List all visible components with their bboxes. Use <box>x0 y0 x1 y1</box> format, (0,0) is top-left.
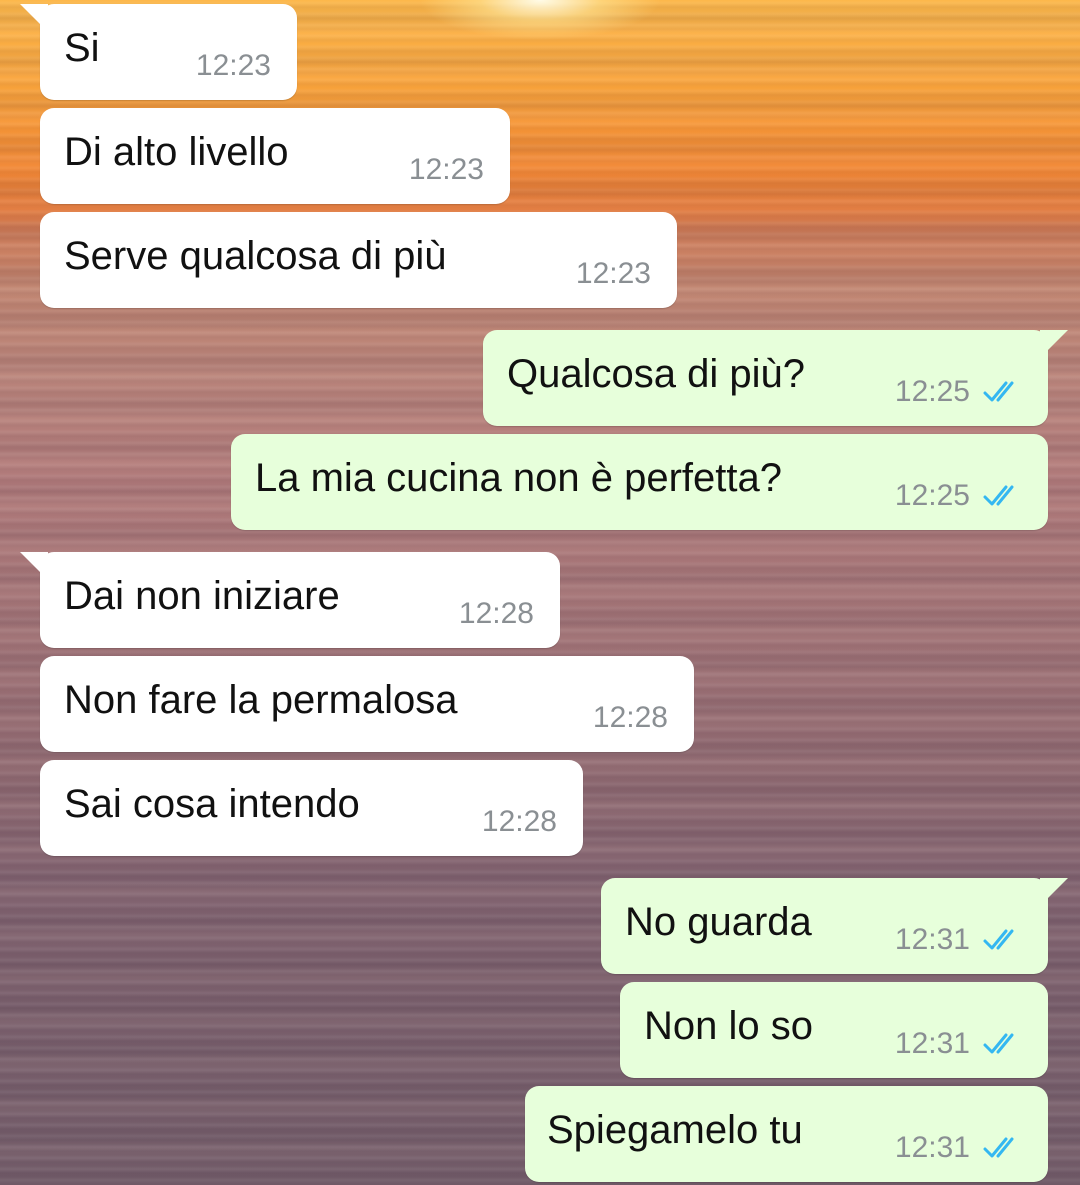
bubble-tail-icon <box>20 4 48 32</box>
message-meta: 12:23 <box>409 150 484 190</box>
message-text: Serve qualcosa di più <box>64 234 447 278</box>
message-time: 12:23 <box>575 257 651 290</box>
message-time: 12:28 <box>458 597 534 630</box>
message-text: Dai non iniziare <box>64 574 340 618</box>
bubble-tail-icon <box>1040 330 1068 358</box>
incoming-message[interactable]: Dai non iniziare 12:28 <box>20 552 560 648</box>
double-check-read-icon <box>983 485 1014 506</box>
bubble-tail-icon <box>1040 878 1068 906</box>
message-time: 12:28 <box>481 805 557 838</box>
outgoing-message[interactable]: La mia cucina non è perfetta? 12:25 <box>231 434 1048 530</box>
message-time: 12:31 <box>894 923 970 956</box>
outgoing-message[interactable]: Spiegamelo tu 12:31 <box>525 1086 1048 1182</box>
message-meta: 12:31 <box>895 1024 1022 1064</box>
message-list[interactable]: Si 12:23 Di alto livello 12:23 Serve qua… <box>0 0 1080 1185</box>
message-meta: 12:25 <box>895 372 1022 412</box>
message-text: No guarda <box>625 900 812 944</box>
message-time: 12:31 <box>894 1027 970 1060</box>
message-time: 12:23 <box>195 49 271 82</box>
message-meta: 12:28 <box>593 698 668 738</box>
incoming-message[interactable]: Di alto livello 12:23 <box>40 108 510 204</box>
message-text: Spiegamelo tu <box>547 1108 803 1152</box>
incoming-message[interactable]: Non fare la permalosa 12:28 <box>40 656 694 752</box>
message-time: 12:23 <box>408 153 484 186</box>
message-text: Qualcosa di più? <box>507 352 805 396</box>
incoming-message[interactable]: Sai cosa intendo 12:28 <box>40 760 583 856</box>
message-meta: 12:25 <box>895 476 1022 516</box>
message-meta: 12:23 <box>196 46 271 86</box>
message-meta: 12:28 <box>459 594 534 634</box>
outgoing-message[interactable]: Qualcosa di più? 12:25 <box>483 330 1068 426</box>
message-text: Non fare la permalosa <box>64 678 458 722</box>
message-text: La mia cucina non è perfetta? <box>255 456 783 500</box>
message-text: Di alto livello <box>64 130 289 174</box>
bubble-tail-icon <box>20 552 48 580</box>
message-meta: 12:31 <box>895 920 1022 960</box>
message-time: 12:28 <box>592 701 668 734</box>
message-time: 12:31 <box>894 1131 970 1164</box>
message-meta: 12:23 <box>576 254 651 294</box>
message-time: 12:25 <box>894 479 970 512</box>
double-check-read-icon <box>983 1137 1014 1158</box>
message-meta: 12:31 <box>895 1128 1022 1168</box>
double-check-read-icon <box>983 381 1014 402</box>
double-check-read-icon <box>983 1033 1014 1054</box>
message-text: Sai cosa intendo <box>64 782 360 826</box>
message-text: Non lo so <box>644 1004 813 1048</box>
outgoing-message[interactable]: No guarda 12:31 <box>601 878 1068 974</box>
message-time: 12:25 <box>894 375 970 408</box>
incoming-message[interactable]: Serve qualcosa di più 12:23 <box>40 212 677 308</box>
incoming-message[interactable]: Si 12:23 <box>20 4 297 100</box>
message-meta: 12:28 <box>482 802 557 842</box>
message-text: Si <box>64 26 100 70</box>
double-check-read-icon <box>983 929 1014 950</box>
outgoing-message[interactable]: Non lo so 12:31 <box>620 982 1048 1078</box>
